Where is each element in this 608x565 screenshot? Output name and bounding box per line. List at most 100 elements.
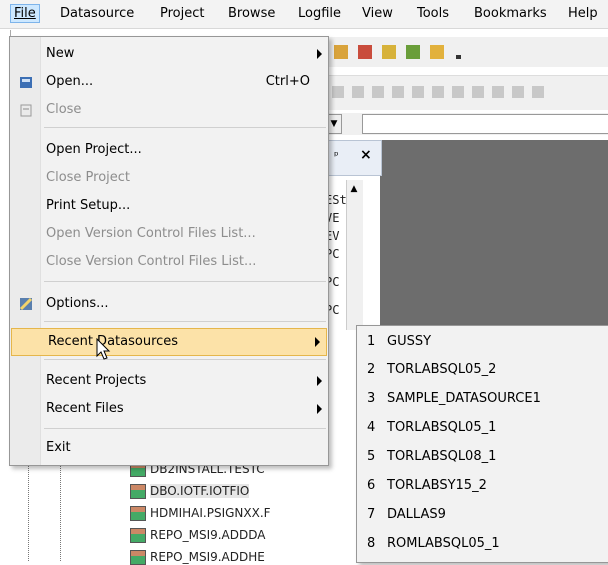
menu-item-exit[interactable]: Exit	[10, 435, 328, 461]
menu-help[interactable]: Help	[568, 6, 598, 21]
menu-separator	[44, 127, 326, 128]
combo-input[interactable]	[362, 114, 608, 134]
table-icon	[130, 506, 146, 521]
recent-datasource-item[interactable]: 5 TORLABSQL08_1	[367, 449, 496, 464]
mouse-cursor-icon	[96, 338, 111, 360]
menu-item-label: Recent Datasources	[48, 334, 179, 349]
menu-item-recent-projects[interactable]: Recent Projects	[10, 368, 328, 394]
overflow-icon[interactable]	[456, 55, 461, 59]
item-number: 1	[367, 334, 376, 349]
edit-icon[interactable]	[358, 45, 372, 59]
menu-item-label: Close Version Control Files List...	[46, 254, 257, 269]
item-number: 2	[367, 362, 376, 377]
menu-tools[interactable]: Tools	[417, 6, 449, 21]
menu-bookmarks[interactable]: Bookmarks	[474, 6, 547, 21]
recent-datasource-item[interactable]: 3 SAMPLE_DATASOURCE1	[367, 391, 541, 406]
recent-datasource-item[interactable]: 1 GUSSY	[367, 334, 431, 349]
new-icon[interactable]	[334, 45, 348, 59]
tree-row-label: REPO_MSI9.ADDDA	[150, 528, 266, 542]
export-icon[interactable]	[512, 86, 524, 98]
item-label: TORLABSQL05_1	[387, 420, 497, 435]
forward-icon[interactable]	[352, 86, 364, 98]
print-icon[interactable]	[452, 86, 464, 98]
menu-item-options[interactable]: Options...	[10, 291, 328, 317]
tree-row[interactable]: REPO_MSI9.ADDDA	[130, 528, 266, 543]
menu-file[interactable]: File	[10, 4, 40, 23]
recent-datasource-item[interactable]: 2 TORLABSQL05_2	[367, 362, 496, 377]
tree-row[interactable]: REPO_MSI9.ADDHE	[130, 550, 265, 565]
submenu-arrow-icon	[317, 49, 322, 59]
copy-icon[interactable]	[392, 86, 404, 98]
recent-datasource-item[interactable]: 6 TORLABSY15_2	[367, 478, 487, 493]
menu-item-label: Close	[46, 102, 82, 117]
menu-item-recent-files[interactable]: Recent Files	[10, 396, 328, 422]
recent-datasource-item[interactable]: 7 DALLAS9	[367, 507, 446, 522]
menu-item-label: Recent Files	[46, 401, 124, 416]
tree-row-label: REPO_MSI9.ADDHE	[150, 550, 265, 564]
menu-datasource[interactable]: Datasource	[60, 6, 134, 21]
tree-row[interactable]: DBO.IOTF.IOTFIO	[130, 484, 250, 499]
item-number: 6	[367, 478, 376, 493]
menu-item-close[interactable]: Close	[10, 97, 328, 123]
menu-item-open-vc[interactable]: Open Version Control Files List...	[10, 221, 328, 247]
menu-item-label: Options...	[46, 296, 109, 311]
item-number: 7	[367, 507, 376, 522]
tool-icon[interactable]	[382, 45, 396, 59]
main-toolbar	[320, 37, 608, 67]
menu-view[interactable]: View	[362, 6, 393, 21]
menu-item-label: Open Version Control Files List...	[46, 226, 256, 241]
toolbar-icons-gray	[332, 86, 544, 98]
item-number: 5	[367, 449, 376, 464]
panel-header: ᵖ ×	[325, 140, 382, 176]
item-label: DALLAS9	[387, 507, 446, 522]
menu-browse[interactable]: Browse	[228, 6, 275, 21]
menu-item-shortcut: Ctrl+O	[265, 74, 310, 89]
menu-item-close-vc[interactable]: Close Version Control Files List...	[10, 249, 328, 275]
view-icon[interactable]	[472, 86, 484, 98]
menu-project[interactable]: Project	[160, 6, 204, 21]
table-icon	[130, 550, 146, 565]
item-number: 8	[367, 536, 376, 551]
menu-item-recent-datasources[interactable]: Recent Datasources	[11, 328, 327, 356]
item-number: 3	[367, 391, 376, 406]
menu-bar: File Datasource Project Browse Logfile V…	[0, 0, 608, 29]
menu-item-label: Recent Projects	[46, 373, 147, 388]
menu-separator	[44, 321, 326, 322]
item-label: GUSSY	[387, 334, 432, 349]
menu-item-close-project[interactable]: Close Project	[10, 165, 328, 191]
paste-icon[interactable]	[412, 86, 424, 98]
menu-item-open-project[interactable]: Open Project...	[10, 137, 328, 163]
menu-item-print-setup[interactable]: Print Setup...	[10, 193, 328, 219]
toolbar-combo: ▼	[322, 113, 608, 135]
menu-logfile[interactable]: Logfile	[298, 6, 341, 21]
menu-item-new[interactable]: New	[10, 41, 328, 67]
db-icon[interactable]	[406, 45, 420, 59]
table-icon	[130, 528, 146, 543]
back-icon[interactable]	[332, 86, 344, 98]
item-label: TORLABSQL08_1	[387, 449, 497, 464]
item-label: TORLABSY15_2	[387, 478, 487, 493]
recent-datasource-item[interactable]: 8 ROMLABSQL05_1	[367, 536, 500, 551]
menu-item-label: New	[46, 46, 75, 61]
menu-item-label: Close Project	[46, 170, 131, 185]
sql-icon[interactable]	[430, 45, 444, 59]
edit-doc-icon[interactable]	[492, 86, 504, 98]
submenu-arrow-icon	[317, 376, 322, 386]
pin-icon[interactable]: ᵖ	[334, 149, 339, 162]
item-label: SAMPLE_DATASOURCE1	[387, 391, 541, 406]
item-number: 4	[367, 420, 376, 435]
sort-icon[interactable]	[532, 86, 544, 98]
tree-row-label: HDMIHAI.PSIGNXX.F	[150, 506, 271, 520]
close-panel-icon[interactable]: ×	[360, 147, 372, 163]
menu-item-open[interactable]: Open... Ctrl+O	[10, 69, 328, 95]
tree-row[interactable]: HDMIHAI.PSIGNXX.F	[130, 506, 271, 521]
tree-scrollbar[interactable]: ▲	[346, 180, 363, 330]
doc-icon[interactable]	[432, 86, 444, 98]
recent-datasource-item[interactable]: 4 TORLABSQL05_1	[367, 420, 496, 435]
cut-icon[interactable]	[372, 86, 384, 98]
menu-item-label: Open Project...	[46, 142, 142, 157]
menu-item-label: Print Setup...	[46, 198, 131, 213]
tree-guide-line	[28, 455, 30, 561]
scroll-up-icon[interactable]: ▲	[349, 184, 359, 194]
table-icon	[130, 484, 146, 499]
